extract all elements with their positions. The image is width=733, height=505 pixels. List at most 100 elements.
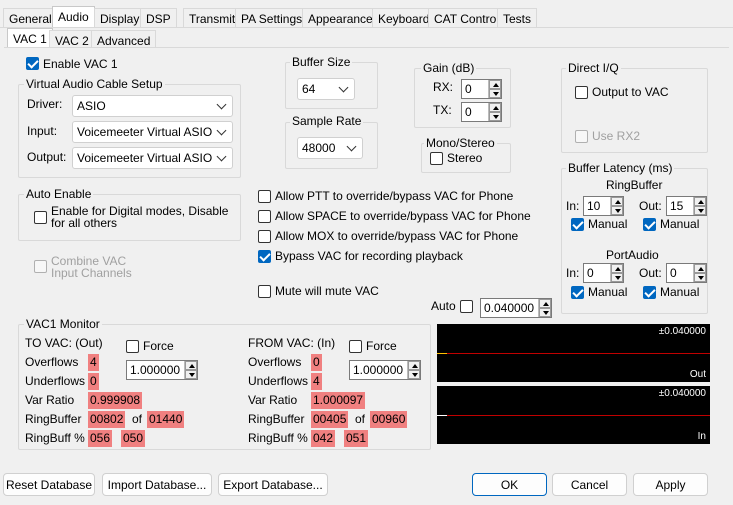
to-vac-spinner-value: 1.000000 <box>130 363 181 377</box>
to-overflows-label: Overflows <box>25 355 79 369</box>
spinner-arrows-icon[interactable] <box>488 80 501 98</box>
to-pct-a-value: 056 <box>88 430 113 447</box>
from-vac-force-checkbox[interactable] <box>349 340 362 353</box>
to-rb-b-value: 01440 <box>147 411 185 428</box>
out-scope: ±0.040000 Out <box>437 324 710 382</box>
from-var-ratio-label: Var Ratio <box>248 393 298 407</box>
spinner-arrows-icon[interactable] <box>693 197 706 215</box>
bypass-vac-checkbox[interactable] <box>258 250 271 263</box>
tab-transmit[interactable]: Transmit <box>183 8 242 28</box>
subtab-divider <box>4 47 729 48</box>
spinner-arrows-icon[interactable] <box>184 361 197 379</box>
stereo-label: Stereo <box>447 151 483 165</box>
rb-out-manual-checkbox[interactable] <box>643 218 656 231</box>
ok-button[interactable]: OK <box>472 473 547 496</box>
auto-checkbox[interactable] <box>460 300 473 313</box>
from-of-label: of <box>355 412 366 426</box>
reset-database-button[interactable]: Reset Database <box>3 473 95 496</box>
combine-vac-checkbox[interactable] <box>34 260 47 273</box>
from-underflows-label: Underflows <box>248 374 309 388</box>
enable-vac-checkbox[interactable] <box>26 57 39 70</box>
use-rx2-checkbox[interactable] <box>575 130 588 143</box>
cancel-button[interactable]: Cancel <box>552 473 627 496</box>
out-scope-trace <box>437 353 710 354</box>
from-vac-spinner[interactable]: 1.000000 <box>349 360 421 380</box>
in-scope-label: In <box>697 431 706 442</box>
allow-space-checkbox[interactable] <box>258 210 271 223</box>
spinner-arrows-icon[interactable] <box>407 361 420 379</box>
import-database-button[interactable]: Import Database... <box>102 473 212 496</box>
pa-out-manual-checkbox[interactable] <box>643 286 656 299</box>
from-vac-spinner-value: 1.000000 <box>353 363 404 377</box>
spinner-arrows-icon[interactable] <box>610 197 623 215</box>
auto-spinner[interactable]: 0.040000 <box>480 298 552 318</box>
pa-out-spinner[interactable]: 0 <box>666 263 707 283</box>
auto-value: 0.040000 <box>484 301 535 315</box>
tab-appearance[interactable]: Appearance <box>302 8 379 28</box>
allow-mox-checkbox[interactable] <box>258 230 271 243</box>
input-select[interactable]: Voicemeeter Virtual ASIO <box>72 121 233 143</box>
gain-rx-spinner[interactable]: 0 <box>461 79 502 99</box>
driver-select[interactable]: ASIO <box>72 95 233 117</box>
driver-label: Driver: <box>27 97 63 111</box>
in-scope-range: ±0.040000 <box>658 388 706 399</box>
chevron-down-icon <box>216 151 227 162</box>
from-overflows-value: 0 <box>311 354 322 371</box>
stereo-checkbox[interactable] <box>430 152 443 165</box>
combine-vac-label-2: Input Channels <box>51 266 132 280</box>
tab-cat-control[interactable]: CAT Control <box>428 8 505 28</box>
output-to-vac-checkbox[interactable] <box>575 86 588 99</box>
from-vac-force-label: Force <box>366 339 397 353</box>
pa-out-manual-label: Manual <box>660 285 700 299</box>
pa-in-label: In: <box>566 266 580 280</box>
chevron-down-icon <box>346 141 357 152</box>
to-overflows-value: 4 <box>88 354 99 371</box>
gain-title: Gain (dB) <box>421 61 477 75</box>
tab-general[interactable]: General <box>3 8 58 28</box>
output-select[interactable]: Voicemeeter Virtual ASIO <box>72 147 233 169</box>
mute-vac-checkbox[interactable] <box>258 285 271 298</box>
tab-dsp[interactable]: DSP <box>140 8 177 28</box>
export-database-button[interactable]: Export Database... <box>218 473 328 496</box>
spinner-arrows-icon[interactable] <box>488 103 501 121</box>
tab-display[interactable]: Display <box>94 8 146 28</box>
rb-in-manual-checkbox[interactable] <box>571 218 584 231</box>
pa-out-label: Out: <box>639 266 662 280</box>
auto-enable-checkbox[interactable] <box>34 211 47 224</box>
spinner-arrows-icon[interactable] <box>538 299 551 317</box>
rb-in-label: In: <box>566 199 580 213</box>
to-vac-spinner[interactable]: 1.000000 <box>126 360 198 380</box>
allow-ptt-checkbox[interactable] <box>258 190 271 203</box>
tab-keyboard[interactable]: Keyboard <box>372 8 436 28</box>
gain-rx-value: 0 <box>465 82 472 96</box>
tab-tests[interactable]: Tests <box>497 8 538 28</box>
tab-audio[interactable]: Audio <box>52 6 95 28</box>
to-vac-force-label: Force <box>143 339 174 353</box>
gain-tx-spinner[interactable]: 0 <box>461 102 502 122</box>
use-rx2-label: Use RX2 <box>592 129 641 143</box>
tab-advanced[interactable]: Advanced <box>91 30 157 48</box>
rb-in-value: 10 <box>587 199 601 213</box>
output-label: Output: <box>27 150 67 164</box>
rb-out-spinner[interactable]: 15 <box>666 196 707 216</box>
gain-tx-label: TX: <box>433 103 452 117</box>
pa-in-manual-checkbox[interactable] <box>571 286 584 299</box>
to-of-label: of <box>132 412 143 426</box>
to-vac-force-checkbox[interactable] <box>126 340 139 353</box>
chevron-down-icon <box>338 82 349 93</box>
driver-value: ASIO <box>77 99 106 113</box>
tab-vac2[interactable]: VAC 2 <box>49 30 95 48</box>
input-label: Input: <box>27 124 58 138</box>
sample-rate-select[interactable]: 48000 <box>297 137 363 159</box>
output-value: Voicemeeter Virtual ASIO <box>77 151 213 165</box>
in-scope-trace <box>437 415 710 416</box>
buffer-size-select[interactable]: 64 <box>297 78 355 100</box>
from-rb-a-value: 00405 <box>311 411 349 428</box>
apply-button[interactable]: Apply <box>633 473 708 496</box>
tab-pa-settings[interactable]: PA Settings <box>235 8 309 28</box>
rb-in-spinner[interactable]: 10 <box>583 196 624 216</box>
pa-in-spinner[interactable]: 0 <box>583 263 624 283</box>
spinner-arrows-icon[interactable] <box>610 264 623 282</box>
tab-vac1[interactable]: VAC 1 <box>7 28 53 48</box>
spinner-arrows-icon[interactable] <box>693 264 706 282</box>
